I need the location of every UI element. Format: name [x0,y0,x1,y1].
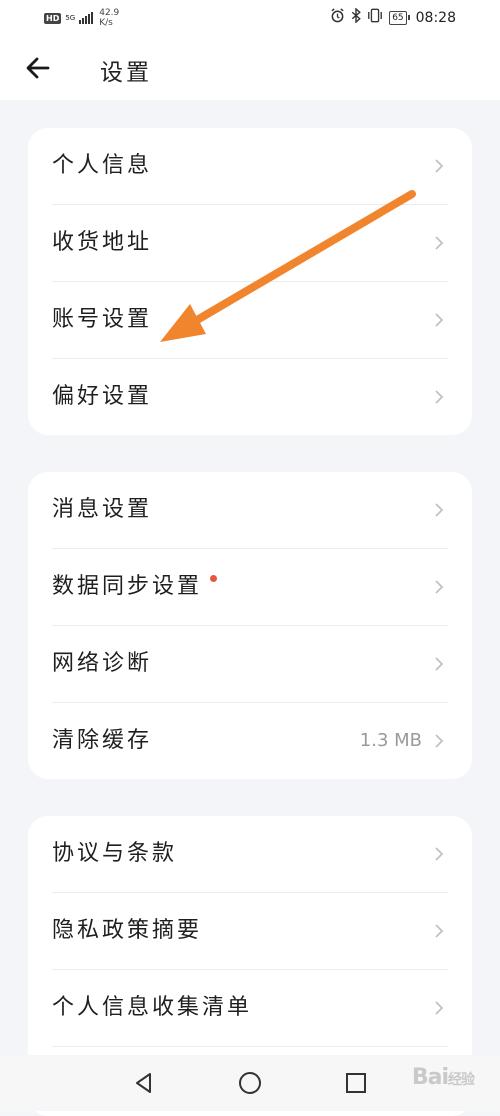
chevron-right-icon [435,159,444,173]
chevron-right-icon [435,313,444,327]
status-right: 65 08:28 [330,7,456,27]
chevron-right-icon [435,390,444,404]
settings-row-preferences[interactable]: 偏好设置 [52,359,448,435]
watermark-text: Bai [411,1065,449,1090]
chevron-right-icon [435,924,444,938]
nav-home-circle-icon[interactable] [236,1069,264,1097]
battery-icon: 65 [389,10,410,25]
network-type: 5G [65,14,76,22]
settings-row-network-diagnosis[interactable]: 网络诊断 [52,626,448,703]
row-label: 账号设置 [52,307,153,332]
speed-value: 42.9 [99,8,120,18]
settings-row-terms[interactable]: 协议与条款 [52,816,448,893]
page-title: 设置 [100,60,152,86]
app-header: 设置 [0,36,500,100]
chevron-right-icon [435,734,444,748]
settings-row-message-settings[interactable]: 消息设置 [52,472,448,549]
row-label: 个人信息 [52,153,153,178]
battery-level: 65 [389,10,407,25]
annotation-arrow-icon [160,190,416,342]
settings-row-data-sync[interactable]: 数据同步设置 [52,549,448,626]
settings-row-privacy-summary[interactable]: 隐私政策摘要 [52,893,448,970]
cache-size: 1.3 MB [359,730,422,751]
chevron-right-icon [435,580,444,594]
row-label: 数据同步设置 [52,574,203,599]
watermark-sub: 经验 [448,1072,475,1088]
new-badge-dot [210,575,217,582]
settings-row-personal-info-list[interactable]: 个人信息收集清单 [52,970,448,1047]
back-arrow-icon[interactable] [24,56,54,80]
network-speed: 42.9 K/s [99,8,119,28]
settings-group-general: 消息设置 数据同步设置 网络诊断 清除缓存 1.3 MB [28,472,472,779]
row-label: 清除缓存 [52,728,153,753]
chevron-right-icon [435,657,444,671]
bluetooth-icon [351,7,362,27]
watermark: Bai经验 [411,1065,475,1090]
row-label: 偏好设置 [52,384,153,409]
chevron-right-icon [435,503,444,517]
settings-row-clear-cache[interactable]: 清除缓存 1.3 MB [52,703,448,779]
row-label: 网络诊断 [52,651,153,676]
row-label: 收货地址 [52,230,153,255]
chevron-right-icon [435,847,444,861]
alarm-icon [330,8,345,27]
speed-unit: K/s [99,18,113,28]
signal-icon [79,12,94,24]
row-label: 协议与条款 [52,841,178,866]
row-label: 消息设置 [52,497,153,522]
row-label: 个人信息收集清单 [52,995,253,1020]
vibrate-icon [367,8,383,27]
system-nav-bar: Bai经验 [0,1055,500,1111]
clock: 08:28 [415,9,456,26]
nav-back-triangle-icon[interactable] [130,1069,158,1097]
status-bar: HD 5G 42.9 K/s 65 08:28 [0,0,500,36]
chevron-right-icon [435,236,444,250]
hd-badge: HD [44,12,62,24]
row-label: 隐私政策摘要 [52,918,203,943]
status-left: HD 5G 42.9 K/s [44,8,119,28]
nav-recents-square-icon[interactable] [342,1069,370,1097]
chevron-right-icon [435,1001,444,1015]
